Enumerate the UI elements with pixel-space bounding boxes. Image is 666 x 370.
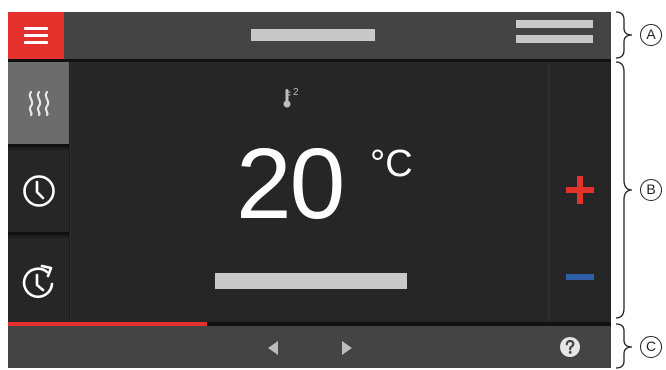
callout-braces [615,11,633,369]
callout-b: B [640,179,662,201]
callout-c: C [640,336,662,358]
callout-a: A [640,24,662,46]
